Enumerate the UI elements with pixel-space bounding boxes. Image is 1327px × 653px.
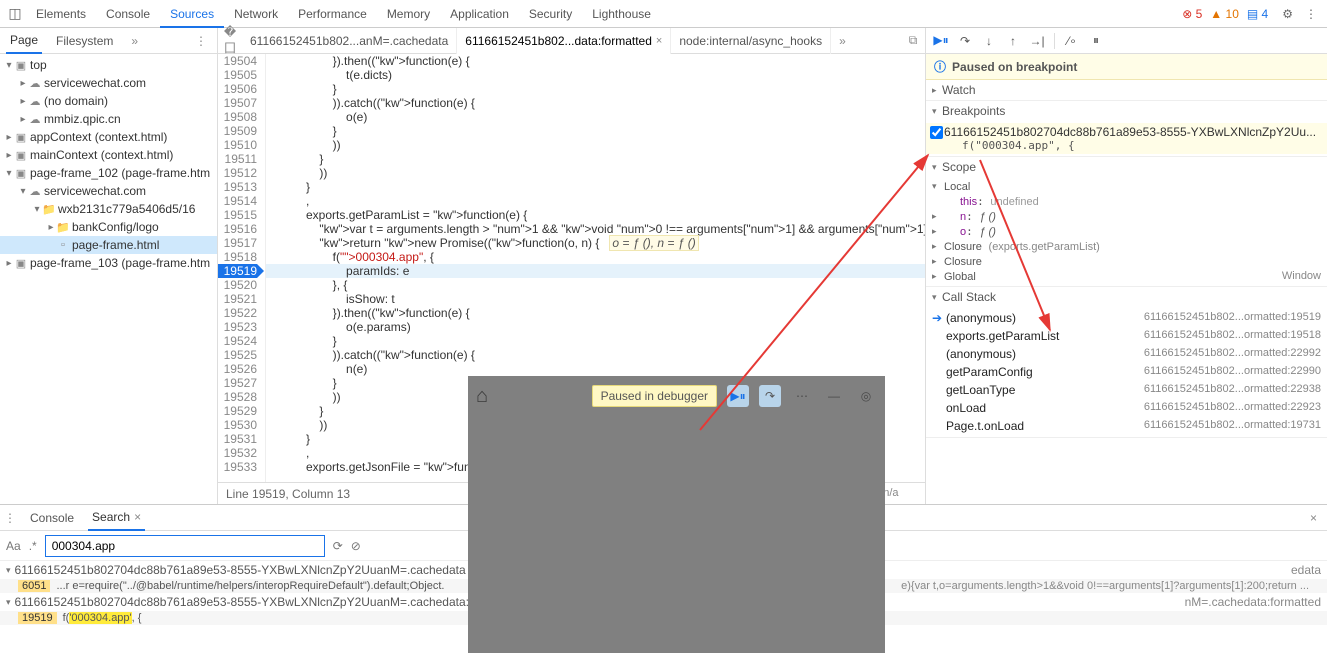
match-case-button[interactable]: Aa — [6, 539, 21, 553]
tree-item[interactable]: ▸▣page-frame_103 (page-frame.htm — [0, 254, 217, 272]
tab-elements[interactable]: Elements — [26, 0, 96, 28]
tree-item[interactable]: ▾▣page-frame_102 (page-frame.htm — [0, 164, 217, 182]
watch-section-header[interactable]: ▸Watch — [926, 80, 1327, 100]
more-icon[interactable]: ⋮ — [1299, 7, 1323, 21]
tree-item[interactable]: ▸📁bankConfig/logo — [0, 218, 217, 236]
scope-global[interactable]: ▸GlobalWindow — [926, 269, 1327, 284]
devtools-tabs: ◫ Elements Console Sources Network Perfo… — [0, 0, 1327, 28]
error-badge[interactable]: ⊗ 5 — [1182, 7, 1202, 21]
callstack-section-header[interactable]: ▾Call Stack — [926, 287, 1327, 307]
callstack-frame[interactable]: getParamConfig61166152451b802...ormatted… — [926, 363, 1327, 381]
tab-memory[interactable]: Memory — [377, 0, 440, 28]
tree-item[interactable]: ▸☁(no domain) — [0, 92, 217, 110]
pause-on-exceptions-button[interactable]: ⏸ — [1085, 30, 1107, 52]
warn-badge[interactable]: ▲ 10 — [1210, 7, 1239, 21]
scope-section-header[interactable]: ▾Scope — [926, 157, 1327, 177]
scope-closure-1[interactable]: ▸Closure (exports.getParamList) — [926, 239, 1327, 254]
paused-overlay: ⌂ Paused in debugger ▶⏸ ↷ ⋯ — ◎ — [468, 376, 885, 653]
navigator-panel: Page Filesystem » ⋮ ▾▣top▸☁servicewechat… — [0, 28, 218, 504]
navtab-filesystem[interactable]: Filesystem — [52, 29, 117, 53]
file-tab-2[interactable]: node:internal/async_hooks — [671, 28, 831, 54]
callstack-frame[interactable]: (anonymous)61166152451b802...ormatted:22… — [926, 345, 1327, 363]
navigator-tabs: Page Filesystem » ⋮ — [0, 28, 217, 54]
tab-application[interactable]: Application — [440, 0, 519, 28]
refresh-button[interactable]: ⟳ — [333, 539, 343, 553]
close-icon[interactable]: × — [656, 35, 662, 47]
search-input[interactable] — [45, 535, 325, 557]
overlay-minimize-icon[interactable]: — — [823, 385, 845, 407]
scope-variable[interactable]: this: undefined — [926, 194, 1327, 209]
callstack-frame[interactable]: getLoanType61166152451b802...ormatted:22… — [926, 381, 1327, 399]
nav-toggle-icon[interactable]: �囗 — [218, 25, 242, 56]
callstack-frame[interactable]: onLoad61166152451b802...ormatted:22923 — [926, 399, 1327, 417]
file-tree[interactable]: ▾▣top▸☁servicewechat.com▸☁(no domain)▸☁m… — [0, 54, 217, 504]
callstack-frame[interactable]: exports.getParamList61166152451b802...or… — [926, 327, 1327, 345]
navtab-more-icon[interactable]: » — [127, 29, 142, 53]
inspect-icon[interactable]: ◫ — [4, 5, 26, 22]
file-tabs: �囗 61166152451b802...anM=.cachedata 6116… — [218, 28, 925, 54]
tab-security[interactable]: Security — [519, 0, 582, 28]
drawer-kebab-icon[interactable]: ⋮ — [4, 511, 16, 525]
scope-local[interactable]: ▾Local — [926, 179, 1327, 194]
tab-sources[interactable]: Sources — [160, 0, 224, 28]
file-tabs-more-icon[interactable]: » — [831, 34, 854, 48]
tab-network[interactable]: Network — [224, 0, 288, 28]
pause-reason: Paused on breakpoint — [952, 60, 1077, 74]
tree-item[interactable]: ▸☁mmbiz.qpic.cn — [0, 110, 217, 128]
callstack-frame[interactable]: ➔(anonymous)61166152451b802...ormatted:1… — [926, 309, 1327, 327]
tree-item[interactable]: ▸▣mainContext (context.html) — [0, 146, 217, 164]
tab-console[interactable]: Console — [96, 0, 160, 28]
paused-chip: Paused in debugger — [592, 385, 717, 407]
step-over-button[interactable]: ↷ — [954, 30, 976, 52]
tree-item[interactable]: ▸▣appContext (context.html) — [0, 128, 217, 146]
settings-icon[interactable]: ⚙ — [1276, 7, 1299, 21]
resume-button[interactable]: ▶⏸ — [930, 30, 952, 52]
step-out-button[interactable]: ↑ — [1002, 30, 1024, 52]
scope-closure-2[interactable]: ▸Closure — [926, 254, 1327, 269]
breakpoint-checkbox[interactable] — [930, 126, 943, 139]
drawer-close-icon[interactable]: × — [1310, 511, 1317, 525]
breakpoint-item[interactable]: 61166152451b802704dc88b761a89e53-8555-YX… — [926, 123, 1327, 154]
callstack-frame[interactable]: Page.t.onLoad61166152451b802...ormatted:… — [926, 417, 1327, 435]
clear-button[interactable]: ⊘ — [351, 539, 361, 553]
overlay-more-icon[interactable]: ⋯ — [791, 385, 813, 407]
tab-lighthouse[interactable]: Lighthouse — [582, 0, 661, 28]
file-tab-1[interactable]: 61166152451b802...data:formatted× — [457, 28, 671, 54]
tab-performance[interactable]: Performance — [288, 0, 377, 28]
regex-button[interactable]: .* — [29, 539, 37, 553]
navtab-kebab-icon[interactable]: ⋮ — [191, 29, 211, 53]
breakpoints-section-header[interactable]: ▾Breakpoints — [926, 101, 1327, 121]
drawer-tab-search[interactable]: Search× — [88, 505, 145, 531]
drawer-tab-console[interactable]: Console — [26, 506, 78, 530]
step-into-button[interactable]: ↓ — [978, 30, 1000, 52]
tree-item[interactable]: ▫page-frame.html — [0, 236, 217, 254]
tree-item[interactable]: ▾☁servicewechat.com — [0, 182, 217, 200]
debug-toolbar: ▶⏸ ↷ ↓ ↑ →| ⁄∘ ⏸ — [926, 28, 1327, 54]
debugger-panel: ▶⏸ ↷ ↓ ↑ →| ⁄∘ ⏸ ⓘ Paused on breakpoint … — [926, 28, 1327, 504]
file-tabs-toggle-icon[interactable]: ⧉ — [901, 33, 925, 48]
tree-item[interactable]: ▸☁servicewechat.com — [0, 74, 217, 92]
step-button[interactable]: →| — [1026, 30, 1048, 52]
file-tab-0[interactable]: 61166152451b802...anM=.cachedata — [242, 28, 457, 54]
scope-variable[interactable]: ▸o: ƒ () — [926, 224, 1327, 239]
overlay-resume-button[interactable]: ▶⏸ — [727, 385, 749, 407]
tree-item[interactable]: ▾▣top — [0, 56, 217, 74]
home-icon[interactable]: ⌂ — [476, 385, 488, 408]
messages-badge[interactable]: ▤ 4 — [1247, 7, 1268, 21]
pause-banner: ⓘ Paused on breakpoint — [926, 54, 1327, 80]
tree-item[interactable]: ▾📁wxb2131c779a5406d5/16 — [0, 200, 217, 218]
overlay-step-button[interactable]: ↷ — [759, 385, 781, 407]
deactivate-breakpoints-button[interactable]: ⁄∘ — [1061, 30, 1083, 52]
overlay-target-icon[interactable]: ◎ — [855, 385, 877, 407]
navtab-page[interactable]: Page — [6, 28, 42, 54]
info-icon: ⓘ — [934, 58, 946, 75]
cursor-position: Line 19519, Column 13 — [226, 487, 350, 501]
scope-variable[interactable]: ▸n: ƒ () — [926, 209, 1327, 224]
